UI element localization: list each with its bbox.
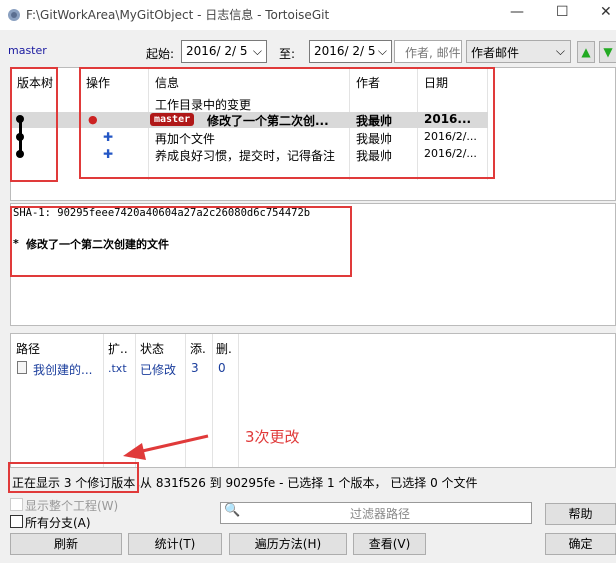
file-added: 3	[191, 361, 199, 375]
header-added[interactable]: 添.	[190, 340, 206, 357]
from-date-value: 2016/ 2/ 5	[186, 44, 248, 58]
header-status[interactable]: 状态	[140, 340, 164, 357]
header-deleted[interactable]: 删.	[216, 340, 232, 357]
whole-project-label: 显示整个工程(W)	[25, 499, 119, 513]
help-button[interactable]: 帮助	[545, 503, 616, 525]
search-input[interactable]: 作者, 邮件	[394, 40, 462, 63]
statistics-button[interactable]: 统计(T)	[128, 533, 222, 555]
header-path[interactable]: 路径	[16, 340, 40, 357]
filter-field-select[interactable]: 作者邮件 ⌵	[466, 40, 571, 63]
all-branches-label: 所有分支(A)	[25, 516, 91, 530]
chevron-down-icon: ⌵	[555, 44, 565, 58]
annotation-box-log	[79, 67, 495, 179]
from-label: 起始:	[146, 47, 175, 61]
filter-field-value: 作者邮件	[471, 46, 520, 60]
maximize-button[interactable]: ☐	[556, 4, 569, 20]
annotation-arrow-icon	[123, 434, 209, 460]
to-label: 至:	[279, 47, 296, 61]
search-placeholder: 作者, 邮件	[405, 46, 461, 60]
to-date-value: 2016/ 2/ 5	[314, 44, 376, 58]
close-button[interactable]: ✕	[600, 4, 612, 20]
arrow-up-button[interactable]: ▲	[577, 41, 595, 63]
annotation-text: 3次更改	[245, 428, 300, 446]
branch-label[interactable]: master	[8, 44, 47, 57]
all-branches-checkbox[interactable]	[10, 515, 23, 528]
header-ext[interactable]: 扩..	[108, 340, 128, 357]
file-deleted: 0	[218, 361, 226, 375]
file-path[interactable]: 我创建的...	[33, 361, 92, 378]
whole-project-checkbox[interactable]	[10, 498, 23, 511]
annotation-box-detail	[10, 206, 352, 277]
arrow-down-button[interactable]: ▼	[599, 41, 616, 63]
chevron-down-icon: ⌵	[252, 44, 262, 58]
arrow-up-icon: ▲	[581, 45, 591, 59]
refresh-button[interactable]: 刷新	[10, 533, 122, 555]
arrow-down-icon: ▼	[603, 45, 613, 59]
tortoisegit-logo-icon	[8, 9, 20, 21]
search-icon: 🔍	[224, 503, 241, 518]
window-title: F:\GitWorkArea\MyGitObject - 日志信息 - Tort…	[26, 8, 330, 22]
from-date-picker[interactable]: 2016/ 2/ 5 ⌵	[181, 40, 267, 63]
text-file-icon	[17, 361, 27, 374]
walk-method-button[interactable]: 遍历方法(H)	[229, 533, 347, 555]
minimize-button[interactable]: —	[510, 4, 524, 20]
status-text: 从 831f526 到 90295fe - 已选择 1 个版本， 已选择 0 个…	[140, 476, 478, 490]
column-divider	[103, 334, 104, 467]
chevron-down-icon: ⌵	[377, 44, 387, 58]
file-status: 已修改	[140, 363, 177, 377]
changed-files-list[interactable]	[10, 333, 616, 468]
file-ext: .txt	[108, 362, 127, 375]
ok-button[interactable]: 确定	[545, 533, 616, 555]
view-button[interactable]: 查看(V)	[353, 533, 426, 555]
to-date-picker[interactable]: 2016/ 2/ 5 ⌵	[309, 40, 392, 63]
filter-path-placeholder: 过滤器路径	[350, 507, 411, 521]
annotation-box-graph	[10, 67, 58, 182]
column-divider	[238, 334, 239, 467]
annotation-box-status	[8, 462, 139, 493]
